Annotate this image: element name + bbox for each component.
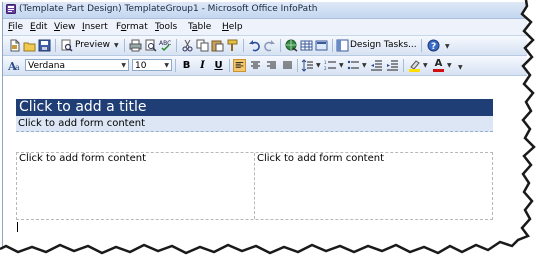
menu-edit[interactable]: Edit <box>30 22 47 32</box>
form-title-area[interactable]: Click to add a title <box>16 99 493 116</box>
font-size-select[interactable]: 10 ▼ <box>132 59 172 71</box>
open-icon[interactable] <box>23 39 36 52</box>
font-size-dropdown-icon[interactable]: ▼ <box>164 60 169 72</box>
menu-tools[interactable]: Tools <box>155 22 177 32</box>
svg-text:2: 2 <box>324 66 327 71</box>
toolbar-separator <box>403 59 404 72</box>
title-bar: (Template Part Design) TemplateGroup1 - … <box>3 2 527 19</box>
toolbar-separator <box>124 39 125 52</box>
toolbar-separator <box>332 39 333 52</box>
italic-button[interactable]: I <box>196 59 209 72</box>
font-name-dropdown-icon[interactable]: ▼ <box>121 60 126 72</box>
font-color-icon[interactable]: A <box>432 59 445 72</box>
new-icon[interactable] <box>8 39 21 52</box>
svg-text:?: ? <box>431 42 436 52</box>
highlight-dropdown-icon[interactable]: ▼ <box>423 62 428 69</box>
preview-dropdown-icon[interactable]: ▼ <box>114 42 119 49</box>
copy-icon[interactable] <box>196 39 209 52</box>
hyperlink-icon[interactable] <box>285 39 298 52</box>
toolbar-separator <box>280 39 281 52</box>
highlight-icon[interactable] <box>408 59 421 72</box>
app-icon <box>6 4 16 14</box>
line-spacing-dropdown-icon[interactable]: ▼ <box>316 62 321 69</box>
layout-table-icon[interactable] <box>315 39 328 52</box>
window-title: (Template Part Design) TemplateGroup1 - … <box>19 4 318 14</box>
preview-button[interactable]: Preview <box>75 40 110 50</box>
design-tasks-icon[interactable] <box>336 39 349 52</box>
undo-icon[interactable] <box>248 39 261 52</box>
svg-text:1: 1 <box>324 60 327 65</box>
menu-table[interactable]: Table <box>188 22 211 32</box>
format-painter-icon[interactable] <box>226 39 239 52</box>
font-color-dropdown-icon[interactable]: ▼ <box>447 62 452 69</box>
formatting-toolbar: Aa Verdana ▼ 10 ▼ B I U ▼ 12 ▼ ▼ ▼ A ▼ ▼ <box>3 56 527 76</box>
layout-table: Click to add form content Click to add f… <box>16 152 493 220</box>
form-canvas[interactable]: Click to add a title Click to add form c… <box>3 76 527 264</box>
toolbar-options-icon[interactable]: ▼ <box>458 64 463 71</box>
line-spacing-icon[interactable] <box>301 59 314 72</box>
justify-icon[interactable] <box>281 59 294 72</box>
toolbar-separator <box>175 59 176 72</box>
menu-view[interactable]: View <box>54 22 75 32</box>
underline-button[interactable]: U <box>212 59 225 72</box>
menu-bar: File Edit View Insert Format Tools Table… <box>3 19 527 36</box>
bullets-dropdown-icon[interactable]: ▼ <box>362 62 367 69</box>
font-name-select[interactable]: Verdana ▼ <box>25 59 129 71</box>
toolbar-separator <box>297 59 298 72</box>
toolbar-options-icon[interactable]: ▼ <box>445 43 450 50</box>
spelling-icon[interactable]: ABC <box>159 39 172 52</box>
align-center-icon[interactable] <box>249 59 262 72</box>
menu-help[interactable]: Help <box>222 22 243 32</box>
form-content-placeholder[interactable]: Click to add form content <box>18 118 145 129</box>
preview-icon[interactable] <box>60 39 73 52</box>
cell-right-placeholder[interactable]: Click to add form content <box>257 153 384 164</box>
toolbar-separator <box>243 39 244 52</box>
toolbar-separator <box>421 39 422 52</box>
font-style-icon[interactable]: Aa <box>8 59 21 72</box>
redo-icon[interactable] <box>263 39 276 52</box>
numbering-dropdown-icon[interactable]: ▼ <box>339 62 344 69</box>
standard-toolbar: Preview ▼ ABC Design Tasks... ? ▼ <box>3 36 527 56</box>
text-cursor <box>17 222 18 232</box>
cut-icon[interactable] <box>181 39 194 52</box>
svg-text:ABC: ABC <box>159 40 171 47</box>
decrease-indent-icon[interactable] <box>370 59 383 72</box>
form-content-area[interactable]: Click to add form content <box>16 116 493 132</box>
svg-text:a: a <box>15 63 20 72</box>
form-title-placeholder[interactable]: Click to add a title <box>19 99 147 115</box>
paste-icon[interactable] <box>211 39 224 52</box>
numbering-icon[interactable]: 12 <box>324 59 337 72</box>
print-icon[interactable] <box>129 39 142 52</box>
toolbar-separator <box>229 59 230 72</box>
table-icon[interactable] <box>300 39 313 52</box>
align-left-icon[interactable] <box>233 59 246 72</box>
increase-indent-icon[interactable] <box>386 59 399 72</box>
align-right-icon[interactable] <box>265 59 278 72</box>
app-window: (Template Part Design) TemplateGroup1 - … <box>2 2 527 264</box>
table-cell-right[interactable]: Click to add form content <box>255 153 492 219</box>
help-icon[interactable]: ? <box>427 39 440 52</box>
cell-left-placeholder[interactable]: Click to add form content <box>19 153 146 164</box>
save-icon[interactable] <box>38 39 51 52</box>
print-preview-icon[interactable] <box>144 39 157 52</box>
bullets-icon[interactable] <box>347 59 360 72</box>
table-cell-left[interactable]: Click to add form content <box>17 153 255 219</box>
design-tasks-button[interactable]: Design Tasks... <box>350 40 417 50</box>
menu-insert[interactable]: Insert <box>82 22 108 32</box>
toolbar-separator <box>55 39 56 52</box>
bold-button[interactable]: B <box>180 59 193 72</box>
menu-format[interactable]: Format <box>116 22 148 32</box>
toolbar-separator <box>176 39 177 52</box>
menu-file[interactable]: File <box>8 22 23 32</box>
